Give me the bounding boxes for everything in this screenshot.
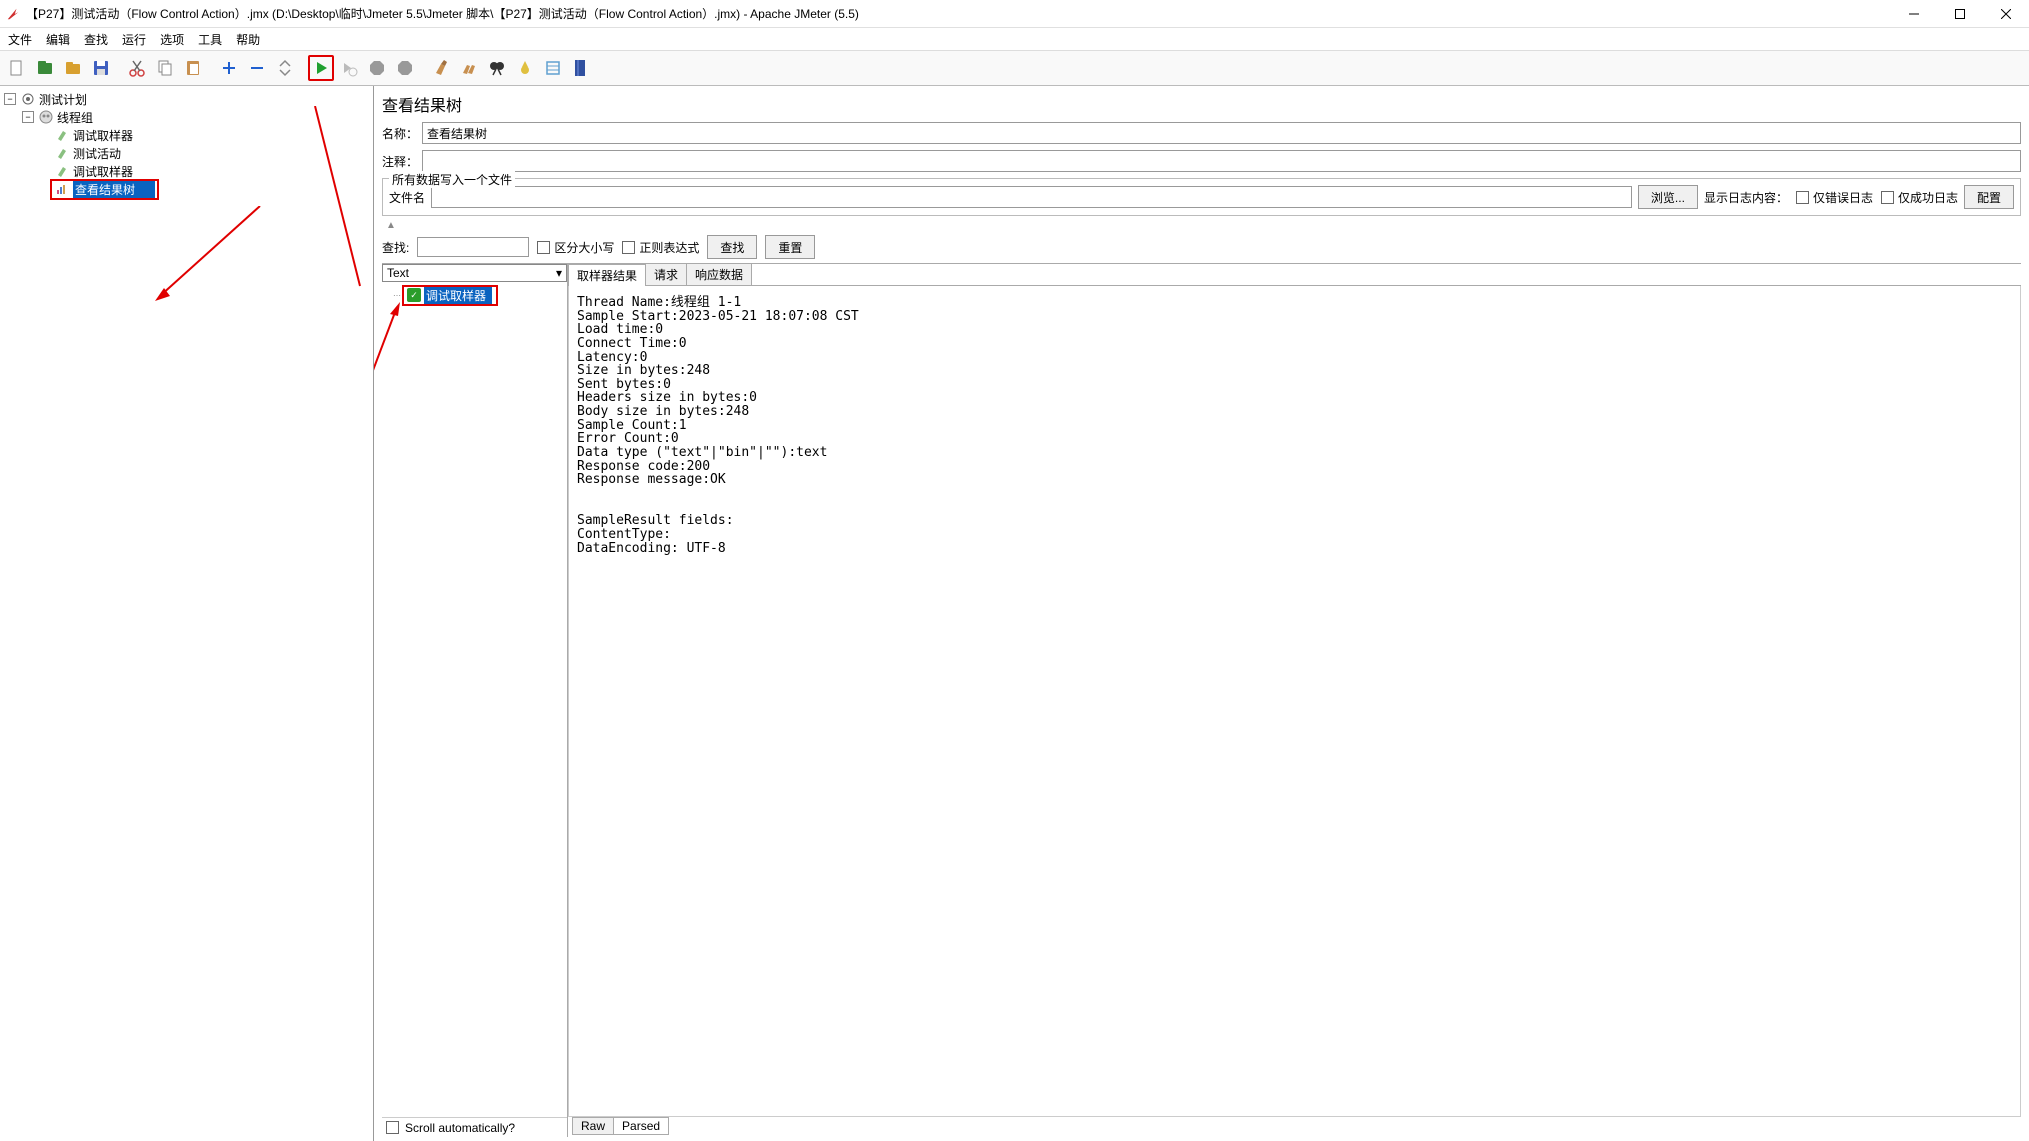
panel-title: 查看结果树	[382, 92, 2021, 116]
annotation-arrow	[150, 206, 270, 306]
menu-tools[interactable]: 工具	[198, 31, 222, 48]
menu-file[interactable]: 文件	[8, 31, 32, 48]
tree-item-0[interactable]: 调试取样器	[73, 127, 133, 144]
reset-search-button[interactable]	[512, 55, 538, 81]
file-legend: 所有数据写入一个文件	[389, 171, 515, 188]
scroll-auto-checkbox[interactable]	[386, 1121, 399, 1134]
minimize-button[interactable]	[1891, 0, 1937, 28]
sampler-icon	[54, 163, 70, 179]
listener-panel: 查看结果树 名称： 注释： 所有数据写入一个文件 文件名 浏览... 显示日志内…	[374, 86, 2029, 1141]
sampler-icon	[54, 145, 70, 161]
listener-icon	[54, 181, 70, 197]
search-tb-button[interactable]	[484, 55, 510, 81]
templates-button[interactable]	[32, 55, 58, 81]
collapse-icon[interactable]: ▲	[386, 220, 2021, 231]
toggle-icon[interactable]: −	[4, 93, 16, 105]
paste-button[interactable]	[180, 55, 206, 81]
configure-button[interactable]: 配置	[1964, 185, 2014, 209]
help-tb-button[interactable]	[568, 55, 594, 81]
shutdown-button[interactable]	[392, 55, 418, 81]
browse-button[interactable]: 浏览...	[1638, 185, 1698, 209]
function-helper-button[interactable]	[540, 55, 566, 81]
tree-testplan[interactable]: 测试计划	[39, 91, 87, 108]
tab-parsed[interactable]: Parsed	[613, 1117, 669, 1135]
reset-button[interactable]: 重置	[765, 235, 815, 259]
name-input[interactable]	[422, 122, 2021, 144]
cut-button[interactable]	[124, 55, 150, 81]
tab-response[interactable]: 响应数据	[686, 263, 752, 285]
close-button[interactable]	[1983, 0, 2029, 28]
renderer-value: Text	[387, 266, 409, 280]
results-tree-panel: Text ▾ ⋯ ✓ 调试取样器 Scroll automatica	[382, 264, 568, 1137]
filename-input[interactable]	[431, 186, 1632, 208]
window-title: 【P27】测试活动（Flow Control Action）.jmx (D:\D…	[26, 5, 1891, 22]
only-success-checkbox[interactable]	[1881, 191, 1894, 204]
bottom-tabs: Raw Parsed	[568, 1117, 2021, 1137]
search-input[interactable]	[417, 237, 529, 257]
only-error-label: 仅错误日志	[1813, 189, 1873, 206]
comment-label: 注释：	[382, 153, 422, 170]
tab-request[interactable]: 请求	[645, 263, 687, 285]
sampler-icon	[54, 127, 70, 143]
toolbar	[0, 50, 2029, 86]
toggle-icon[interactable]: −	[22, 111, 34, 123]
result-detail[interactable]: Thread Name:线程组 1-1 Sample Start:2023-05…	[568, 286, 2021, 1117]
result-sample[interactable]: 调试取样器	[424, 287, 492, 304]
expand-button[interactable]	[216, 55, 242, 81]
titlebar: 【P27】测试活动（Flow Control Action）.jmx (D:\D…	[0, 0, 2029, 28]
open-button[interactable]	[60, 55, 86, 81]
tree-panel: − 测试计划 − 线程组 调试取样器 测试活动 调试取样器	[0, 86, 374, 1141]
clear-all-button[interactable]	[456, 55, 482, 81]
renderer-combo[interactable]: Text ▾	[382, 264, 567, 282]
toggle-button[interactable]	[272, 55, 298, 81]
tab-sampler-result[interactable]: 取样器结果	[568, 264, 646, 286]
menu-help[interactable]: 帮助	[236, 31, 260, 48]
stop-button[interactable]	[364, 55, 390, 81]
start-no-pause-button[interactable]	[336, 55, 362, 81]
maximize-button[interactable]	[1937, 0, 1983, 28]
highlight-box: ✓ 调试取样器	[402, 285, 498, 306]
new-button[interactable]	[4, 55, 30, 81]
chevron-down-icon: ▾	[556, 266, 562, 280]
testplan-icon	[20, 91, 36, 107]
file-fieldset: 所有数据写入一个文件 文件名 浏览... 显示日志内容： 仅错误日志 仅成功日志…	[382, 178, 2021, 216]
log-show-label: 显示日志内容：	[1704, 189, 1788, 206]
tree-item-3[interactable]: 查看结果树	[73, 181, 155, 198]
only-success-label: 仅成功日志	[1898, 189, 1958, 206]
tab-raw[interactable]: Raw	[572, 1117, 614, 1135]
case-label: 区分大小写	[554, 239, 614, 256]
tree-item-1[interactable]: 测试活动	[73, 145, 121, 162]
dash-icon: ⋯	[392, 290, 402, 300]
result-tabs: 取样器结果 请求 响应数据	[568, 264, 2021, 286]
tree-threadgroup[interactable]: 线程组	[57, 109, 93, 126]
regex-checkbox[interactable]	[622, 241, 635, 254]
name-label: 名称：	[382, 125, 422, 142]
save-button[interactable]	[88, 55, 114, 81]
regex-label: 正则表达式	[639, 239, 699, 256]
scroll-auto-label: Scroll automatically?	[405, 1121, 515, 1135]
tree-item-2[interactable]: 调试取样器	[73, 163, 133, 180]
menubar: 文件 编辑 查找 运行 选项 工具 帮助	[0, 28, 2029, 50]
menu-search[interactable]: 查找	[84, 31, 108, 48]
search-label: 查找:	[382, 239, 409, 256]
annotation-arrow	[374, 302, 412, 452]
copy-button[interactable]	[152, 55, 178, 81]
filename-label: 文件名	[389, 189, 425, 206]
collapse-button[interactable]	[244, 55, 270, 81]
clear-button[interactable]	[428, 55, 454, 81]
threadgroup-icon	[38, 109, 54, 125]
case-checkbox[interactable]	[537, 241, 550, 254]
app-icon	[6, 7, 20, 21]
success-icon: ✓	[407, 288, 421, 302]
start-button[interactable]	[308, 55, 334, 81]
comment-input[interactable]	[422, 150, 2021, 172]
menu-edit[interactable]: 编辑	[46, 31, 70, 48]
search-button[interactable]: 查找	[707, 235, 757, 259]
highlight-box: 查看结果树	[50, 179, 159, 200]
menu-options[interactable]: 选项	[160, 31, 184, 48]
only-error-checkbox[interactable]	[1796, 191, 1809, 204]
menu-run[interactable]: 运行	[122, 31, 146, 48]
